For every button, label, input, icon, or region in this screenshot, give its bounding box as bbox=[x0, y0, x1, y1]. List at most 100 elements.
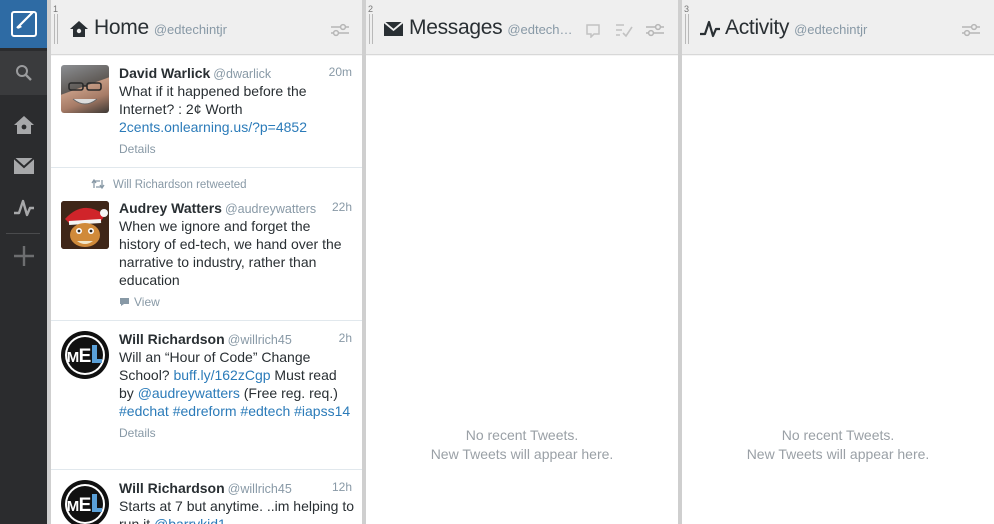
column-title-text: Activity bbox=[725, 16, 790, 39]
tweet-body: What if it happened before the Internet?… bbox=[119, 83, 307, 117]
envelope-icon bbox=[383, 21, 404, 36]
tweet-body: (Free reg. req.) bbox=[243, 385, 338, 401]
tweet-header: Will Richardson @willrich45 bbox=[119, 331, 354, 347]
details-link[interactable]: Details bbox=[119, 426, 354, 440]
activity-icon bbox=[13, 199, 34, 217]
author-name[interactable]: David Warlick bbox=[119, 65, 210, 81]
home-column: 1 Home @edtechintjr David Warlick @dwarlic… bbox=[51, 0, 362, 524]
tweetdeck-app: 1 Home @edtechintjr David Warlick @dwarlic… bbox=[0, 0, 994, 524]
mention-link[interactable]: @audreywatters bbox=[138, 385, 240, 401]
avatar[interactable] bbox=[61, 201, 109, 249]
author-handle[interactable]: @dwarlick bbox=[213, 67, 271, 81]
tweet-text: Starts at 7 but anytime. ..im helping to… bbox=[119, 497, 354, 524]
retweeted-by[interactable]: Will Richardson retweeted bbox=[113, 179, 247, 191]
tweet-time[interactable]: 2h bbox=[339, 331, 352, 345]
activity-timeline[interactable]: No recent Tweets. New Tweets will appear… bbox=[682, 56, 994, 524]
tweet[interactable]: EM Will Richardson @willrich45 2h Will an… bbox=[51, 321, 362, 470]
author-handle[interactable]: @audreywatters bbox=[225, 202, 316, 216]
search-button[interactable] bbox=[0, 51, 47, 95]
search-icon bbox=[15, 65, 32, 81]
compose-tweet-button[interactable] bbox=[0, 0, 47, 48]
messages-column: 2 Messages @edtech… No recent Tweets. New… bbox=[366, 0, 678, 524]
messages-timeline[interactable]: No recent Tweets. New Tweets will appear… bbox=[366, 56, 678, 524]
avatar[interactable]: EM bbox=[61, 331, 109, 379]
column-header[interactable]: 3 Activity @edtechintjr bbox=[682, 0, 994, 55]
tweet-text: What if it happened before the Internet?… bbox=[119, 82, 354, 136]
tweet-time[interactable]: 22h bbox=[332, 200, 352, 214]
avatar[interactable]: EM bbox=[61, 480, 109, 524]
tweet-time[interactable]: 12h bbox=[332, 480, 352, 494]
column-title: Home @edtechintjr bbox=[94, 16, 227, 40]
view-label[interactable]: View bbox=[134, 295, 160, 309]
add-column-button[interactable] bbox=[0, 236, 47, 276]
svg-text:E: E bbox=[79, 495, 92, 516]
avatar[interactable] bbox=[61, 65, 109, 113]
empty-state: No recent Tweets. New Tweets will appear… bbox=[682, 426, 994, 464]
sidebar-divider bbox=[6, 233, 40, 234]
home-icon bbox=[13, 116, 34, 134]
speech-bubble-icon bbox=[120, 298, 129, 306]
svg-text:M: M bbox=[67, 349, 80, 366]
mention-link[interactable]: @barrykid1 bbox=[154, 516, 226, 524]
tweet-text: Will an “Hour of Code” Change School? bu… bbox=[119, 348, 354, 420]
author-handle[interactable]: @willrich45 bbox=[228, 482, 292, 496]
messages-column-button[interactable] bbox=[0, 146, 47, 186]
drag-handle[interactable] bbox=[369, 14, 373, 44]
home-timeline[interactable]: David Warlick @dwarlick 20m What if it ha… bbox=[51, 56, 362, 524]
column-header[interactable]: 2 Messages @edtech… bbox=[366, 0, 678, 55]
retweet-filter-icon[interactable] bbox=[585, 22, 603, 38]
tweet-text: When we ignore and forget the history of… bbox=[119, 218, 342, 288]
column-number: 3 bbox=[684, 4, 690, 14]
column-settings-icon[interactable] bbox=[645, 23, 665, 37]
add-column-icon bbox=[13, 246, 34, 266]
tweet-header: Audrey Watters @audreywatters bbox=[119, 200, 354, 216]
activity-column: 3 Activity @edtechintjr No recent Tweets.… bbox=[682, 0, 994, 524]
retweet-icon bbox=[91, 178, 105, 190]
tweet[interactable]: David Warlick @dwarlick 20m What if it ha… bbox=[51, 56, 362, 168]
activity-icon bbox=[700, 20, 720, 38]
column-header[interactable]: 1 Home @edtechintjr bbox=[51, 0, 362, 55]
tweet-time[interactable]: 20m bbox=[329, 65, 352, 79]
compose-icon bbox=[10, 11, 37, 37]
drag-handle[interactable] bbox=[54, 14, 58, 44]
author-name[interactable]: Audrey Watters bbox=[119, 200, 222, 216]
empty-state-subtitle: New Tweets will appear here. bbox=[746, 446, 930, 462]
author-name[interactable]: Will Richardson bbox=[119, 331, 225, 347]
column-number: 2 bbox=[368, 4, 374, 14]
drag-handle[interactable] bbox=[685, 14, 689, 44]
tweet-header: Will Richardson @willrich45 bbox=[119, 480, 354, 496]
hashtag-links[interactable]: #edchat #edreform #edtech #iapss14 bbox=[119, 403, 350, 419]
column-title: Messages @edtech… bbox=[409, 16, 573, 40]
tweet-link[interactable]: buff.ly/162zCgp bbox=[173, 367, 270, 383]
column-title-text: Messages bbox=[409, 16, 503, 39]
tweet-content: Will Richardson @willrich45 12h Starts at… bbox=[119, 480, 354, 524]
empty-state-title: No recent Tweets. bbox=[781, 427, 895, 443]
column-title: Activity @edtechintjr bbox=[725, 16, 867, 40]
check-list-icon[interactable] bbox=[615, 22, 633, 38]
left-nav-bar bbox=[0, 0, 47, 524]
view-conversation-link[interactable]: View bbox=[119, 295, 354, 309]
column-number: 1 bbox=[53, 4, 59, 14]
tweet[interactable]: EM Will Richardson @willrich45 12h Starts… bbox=[51, 470, 362, 524]
home-icon bbox=[70, 21, 88, 37]
column-settings-icon[interactable] bbox=[961, 23, 981, 37]
tweet-content: David Warlick @dwarlick 20m What if it ha… bbox=[119, 65, 354, 156]
tweet-link[interactable]: 2cents.onlearning.us/?p=4852 bbox=[119, 119, 307, 135]
empty-state-subtitle: New Tweets will appear here. bbox=[430, 446, 614, 462]
empty-state-title: No recent Tweets. bbox=[465, 427, 579, 443]
empty-state: No recent Tweets. New Tweets will appear… bbox=[366, 426, 678, 464]
retweet-context: Will Richardson retweeted bbox=[91, 178, 247, 191]
svg-text:M: M bbox=[67, 498, 80, 515]
tweet-content: Will Richardson @willrich45 2h Will an “H… bbox=[119, 331, 354, 440]
tweet-header: David Warlick @dwarlick bbox=[119, 65, 354, 81]
tweet[interactable]: Will Richardson retweeted Audrey Watters… bbox=[51, 168, 362, 321]
column-title-text: Home bbox=[94, 16, 149, 39]
details-link[interactable]: Details bbox=[119, 142, 354, 156]
column-account: @edtechintjr bbox=[153, 22, 228, 37]
author-name[interactable]: Will Richardson bbox=[119, 480, 225, 496]
column-account: @edtechintjr bbox=[794, 22, 868, 37]
activity-column-button[interactable] bbox=[0, 188, 47, 228]
column-settings-icon[interactable] bbox=[330, 23, 350, 37]
author-handle[interactable]: @willrich45 bbox=[228, 333, 292, 347]
home-column-button[interactable] bbox=[0, 105, 47, 145]
